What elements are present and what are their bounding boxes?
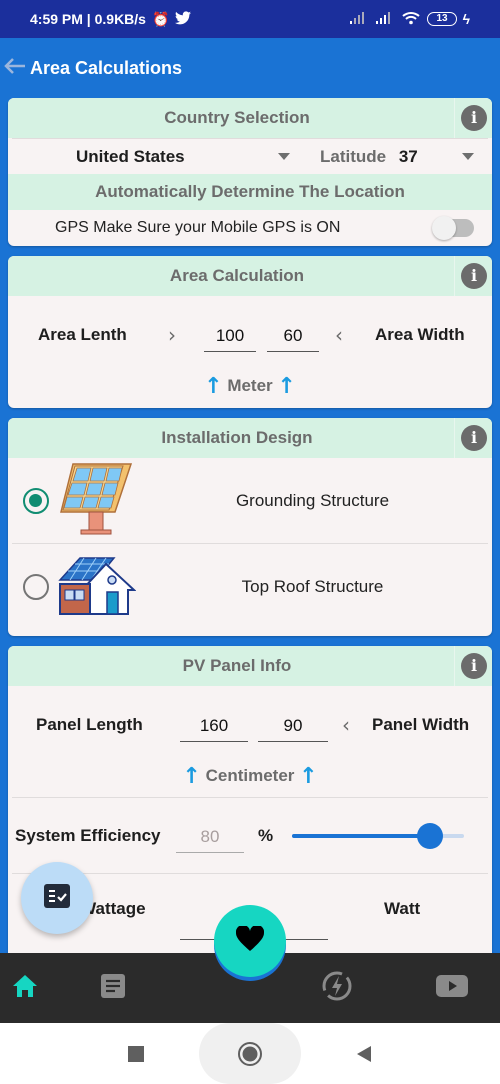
- toggle-knob: [432, 216, 456, 240]
- efficiency-label: System Efficiency: [15, 825, 161, 845]
- gps-row: GPS Make Sure your Mobile GPS is ON: [12, 210, 488, 246]
- article-icon[interactable]: [100, 973, 125, 1003]
- divider: [454, 418, 455, 458]
- panel-width-input[interactable]: 90: [258, 708, 328, 742]
- radio-button[interactable]: [23, 487, 49, 514]
- installation-design-card: Installation Design i Grounding Structur…: [8, 418, 492, 636]
- area-width-input[interactable]: 60: [267, 318, 319, 352]
- option-top-roof-structure[interactable]: Top Roof Structure: [12, 544, 488, 630]
- checklist-icon: [44, 883, 70, 913]
- chevron-down-icon: [278, 153, 290, 160]
- info-icon[interactable]: i: [461, 653, 487, 679]
- efficiency-row: System Efficiency 80 %: [12, 798, 488, 874]
- divider: [454, 98, 455, 138]
- chevron-left-icon: ‹: [342, 713, 350, 737]
- panel-width-label: Panel Width: [372, 715, 470, 734]
- latitude-value: 37: [398, 146, 418, 166]
- app-bar: Area Calculations: [0, 38, 500, 98]
- card-title: Area Calculation: [169, 266, 305, 285]
- status-bar: 4:59 PM | 0.9KB/s ⏰ 13 ϟ: [0, 0, 500, 38]
- country-value: United States: [76, 146, 185, 166]
- panel-dimensions-row: Panel Length 160 90 ‹ Panel Width: [12, 694, 488, 756]
- country-dropdown[interactable]: United States: [12, 147, 302, 167]
- country-row: United States Latitude 37: [12, 138, 488, 174]
- area-width-label: Area Width: [375, 325, 465, 344]
- home-circle-icon: [238, 1041, 262, 1066]
- info-icon[interactable]: i: [461, 425, 487, 451]
- unit-row: ↑ Centimeter ↑: [12, 764, 488, 798]
- gps-toggle[interactable]: [432, 216, 474, 240]
- info-icon[interactable]: i: [461, 263, 487, 289]
- battery-icon: 13: [427, 12, 457, 26]
- system-navigation-bar: [0, 1023, 500, 1084]
- unit-label: Meter: [227, 376, 273, 395]
- card-header: PV Panel Info i: [8, 646, 492, 686]
- house-solar-icon: [56, 554, 137, 621]
- home-button[interactable]: [199, 1023, 301, 1084]
- panel-length-input[interactable]: 160: [180, 708, 248, 742]
- divider: [454, 646, 455, 686]
- wattage-unit: Watt: [384, 899, 421, 918]
- back-arrow-icon[interactable]: [4, 54, 30, 82]
- arrow-up-icon: ↑: [277, 374, 296, 399]
- card-header: Installation Design i: [8, 418, 492, 458]
- divider: [454, 256, 455, 296]
- favorite-fab[interactable]: [214, 905, 286, 977]
- arrow-up-icon: ↑: [182, 764, 201, 789]
- home-icon[interactable]: [12, 974, 38, 1003]
- youtube-icon[interactable]: [436, 974, 469, 1002]
- energy-icon[interactable]: [321, 970, 353, 1007]
- checklist-fab[interactable]: [21, 862, 93, 934]
- twitter-icon: [175, 10, 192, 28]
- efficiency-unit: %: [258, 825, 274, 845]
- latitude-label: Latitude: [320, 146, 387, 166]
- slider-fill: [292, 833, 430, 838]
- page-title: Area Calculations: [30, 57, 183, 78]
- info-icon[interactable]: i: [461, 105, 487, 131]
- area-calculation-card: Area Calculation i Area Lenth › 100 60 ‹…: [8, 256, 492, 408]
- area-length-label: Area Lenth: [38, 325, 127, 344]
- arrow-up-icon: ↑: [299, 764, 318, 789]
- card-title: Installation Design: [161, 428, 313, 447]
- option-label: Top Roof Structure: [241, 577, 384, 596]
- signal-icon-2: [375, 11, 395, 28]
- recents-button[interactable]: [128, 1045, 144, 1062]
- unit-label: Centimeter: [205, 766, 295, 785]
- alarm-icon: ⏰: [151, 10, 170, 27]
- heart-icon: [235, 924, 265, 957]
- solar-panel-icon: [59, 460, 137, 541]
- country-selection-card: Country Selection i United States Latitu…: [8, 98, 492, 246]
- wifi-icon: [401, 11, 421, 28]
- back-button[interactable]: [356, 1045, 372, 1063]
- area-inputs-row: Area Lenth › 100 60 ‹ Area Width: [12, 304, 488, 366]
- area-length-input[interactable]: 100: [204, 318, 256, 352]
- status-time: 4:59 PM | 0.9KB/s: [30, 11, 146, 27]
- option-label: Grounding Structure: [235, 490, 390, 510]
- unit-row: ↑ Meter ↑: [12, 374, 488, 399]
- card-header: Country Selection i: [8, 98, 492, 138]
- main-content[interactable]: Country Selection i United States Latitu…: [0, 98, 500, 954]
- slider-thumb[interactable]: [416, 822, 443, 849]
- card-header: Area Calculation i: [8, 256, 492, 296]
- efficiency-slider[interactable]: [292, 822, 464, 849]
- radio-button[interactable]: [23, 574, 49, 600]
- panel-length-label: Panel Length: [36, 715, 143, 734]
- card-title: Country Selection: [164, 108, 310, 127]
- latitude-dropdown[interactable]: Latitude 37: [302, 147, 488, 167]
- chevron-down-icon: [462, 153, 474, 160]
- signal-icon: [349, 11, 369, 28]
- chevron-right-icon: ›: [168, 323, 176, 347]
- charging-icon: ϟ: [462, 11, 470, 27]
- card-title: PV Panel Info: [182, 656, 292, 675]
- chevron-left-icon: ‹: [335, 323, 343, 347]
- efficiency-input[interactable]: 80: [176, 819, 244, 853]
- arrow-up-icon: ↑: [204, 374, 223, 399]
- gps-label: GPS Make Sure your Mobile GPS is ON: [55, 219, 341, 236]
- option-grounding-structure[interactable]: Grounding Structure: [12, 458, 488, 544]
- auto-location-header: Automatically Determine The Location: [8, 174, 492, 210]
